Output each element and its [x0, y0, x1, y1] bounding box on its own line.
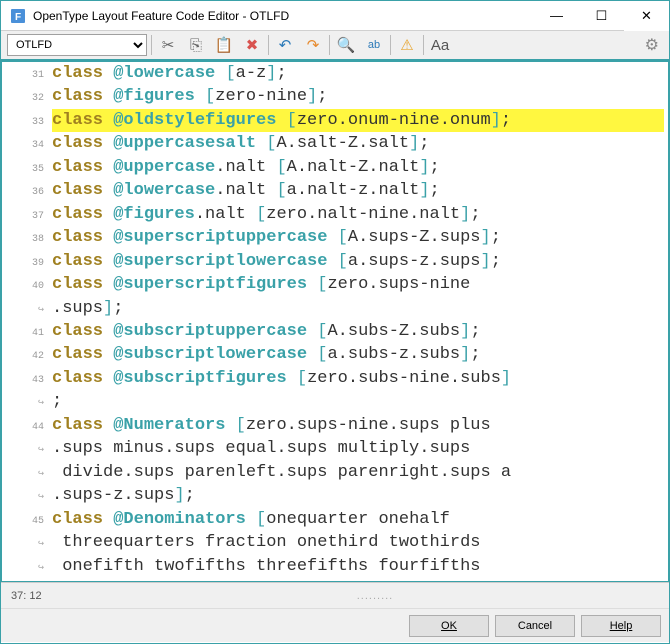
code-line[interactable]: 42class @subscriptlowercase [a.subs-z.su… [2, 343, 668, 366]
separator [390, 35, 391, 55]
code-line[interactable]: ↪ divide.sups parenleft.sups parenright.… [2, 461, 668, 484]
cancel-button[interactable]: Cancel [495, 615, 575, 637]
cursor-position: 37: 12 [11, 590, 91, 602]
help-button[interactable]: Help [581, 615, 661, 637]
copy-icon[interactable]: ⎘ [184, 33, 208, 57]
svg-text:F: F [15, 12, 21, 23]
replace-icon[interactable]: ab [362, 33, 386, 57]
button-bar: OK Cancel Help [1, 608, 669, 642]
case-icon[interactable]: Aa [428, 33, 452, 57]
code-line[interactable]: 44class @Numerators [zero.sups-nine.sups… [2, 414, 668, 437]
delete-icon[interactable]: ✖ [240, 33, 264, 57]
code-line[interactable]: 38class @superscriptuppercase [A.sups-Z.… [2, 226, 668, 249]
close-button[interactable]: ✕ [624, 1, 669, 31]
separator [151, 35, 152, 55]
code-line[interactable]: ↪ threequarters fraction onethird twothi… [2, 531, 668, 554]
code-line[interactable]: 41class @subscriptuppercase [A.subs-Z.su… [2, 320, 668, 343]
code-line[interactable]: ↪; [2, 390, 668, 413]
code-line[interactable]: ↪.sups]; [2, 297, 668, 320]
code-line[interactable]: 39class @superscriptlowercase [a.sups-z.… [2, 250, 668, 273]
status-dots: ......... [91, 590, 659, 602]
profile-select[interactable]: OTLFD [7, 34, 147, 56]
code-line[interactable]: 40class @superscriptfigures [zero.sups-n… [2, 273, 668, 296]
undo-icon[interactable]: ↶ [273, 33, 297, 57]
separator [268, 35, 269, 55]
gear-icon[interactable]: ⚙ [645, 35, 663, 55]
code-line[interactable]: 31class @lowercase [a-z]; [2, 62, 668, 85]
code-editor[interactable]: 31class @lowercase [a-z];32class @figure… [2, 62, 668, 581]
minimize-button[interactable]: — [534, 1, 579, 31]
paste-icon[interactable]: 📋 [212, 33, 236, 57]
code-line[interactable]: 34class @uppercasesalt [A.salt-Z.salt]; [2, 132, 668, 155]
separator [329, 35, 330, 55]
maximize-button[interactable]: ☐ [579, 1, 624, 31]
code-line[interactable]: 43class @subscriptfigures [zero.subs-nin… [2, 367, 668, 390]
window-title: OpenType Layout Feature Code Editor - OT… [33, 9, 534, 23]
ok-button[interactable]: OK [409, 615, 489, 637]
code-line[interactable]: ↪.sups minus.sups equal.sups multiply.su… [2, 437, 668, 460]
editor-frame: 31class @lowercase [a-z];32class @figure… [1, 61, 669, 582]
toolbar: OTLFD ✂ ⎘ 📋 ✖ ↶ ↷ 🔍 ab ⚠ Aa ⚙ [1, 31, 669, 61]
app-icon: F [9, 7, 27, 25]
code-line[interactable]: ↪.sups-z.sups]; [2, 484, 668, 507]
code-line[interactable]: 37class @figures.nalt [zero.nalt-nine.na… [2, 203, 668, 226]
find-icon[interactable]: 🔍 [334, 33, 358, 57]
cut-icon[interactable]: ✂ [156, 33, 180, 57]
titlebar: F OpenType Layout Feature Code Editor - … [1, 1, 669, 31]
code-line[interactable]: 32class @figures [zero-nine]; [2, 85, 668, 108]
code-line[interactable]: 33class @oldstylefigures [zero.onum-nine… [2, 109, 668, 132]
code-line[interactable]: 35class @uppercase.nalt [A.nalt-Z.nalt]; [2, 156, 668, 179]
warning-icon[interactable]: ⚠ [395, 33, 419, 57]
separator [423, 35, 424, 55]
statusbar: 37: 12 ......... [1, 582, 669, 608]
redo-icon[interactable]: ↷ [301, 33, 325, 57]
code-line[interactable]: 36class @lowercase.nalt [a.nalt-z.nalt]; [2, 179, 668, 202]
code-line[interactable]: 45class @Denominators [onequarter onehal… [2, 508, 668, 531]
code-line[interactable]: ↪ onefifth twofifths threefifths fourfif… [2, 555, 668, 578]
